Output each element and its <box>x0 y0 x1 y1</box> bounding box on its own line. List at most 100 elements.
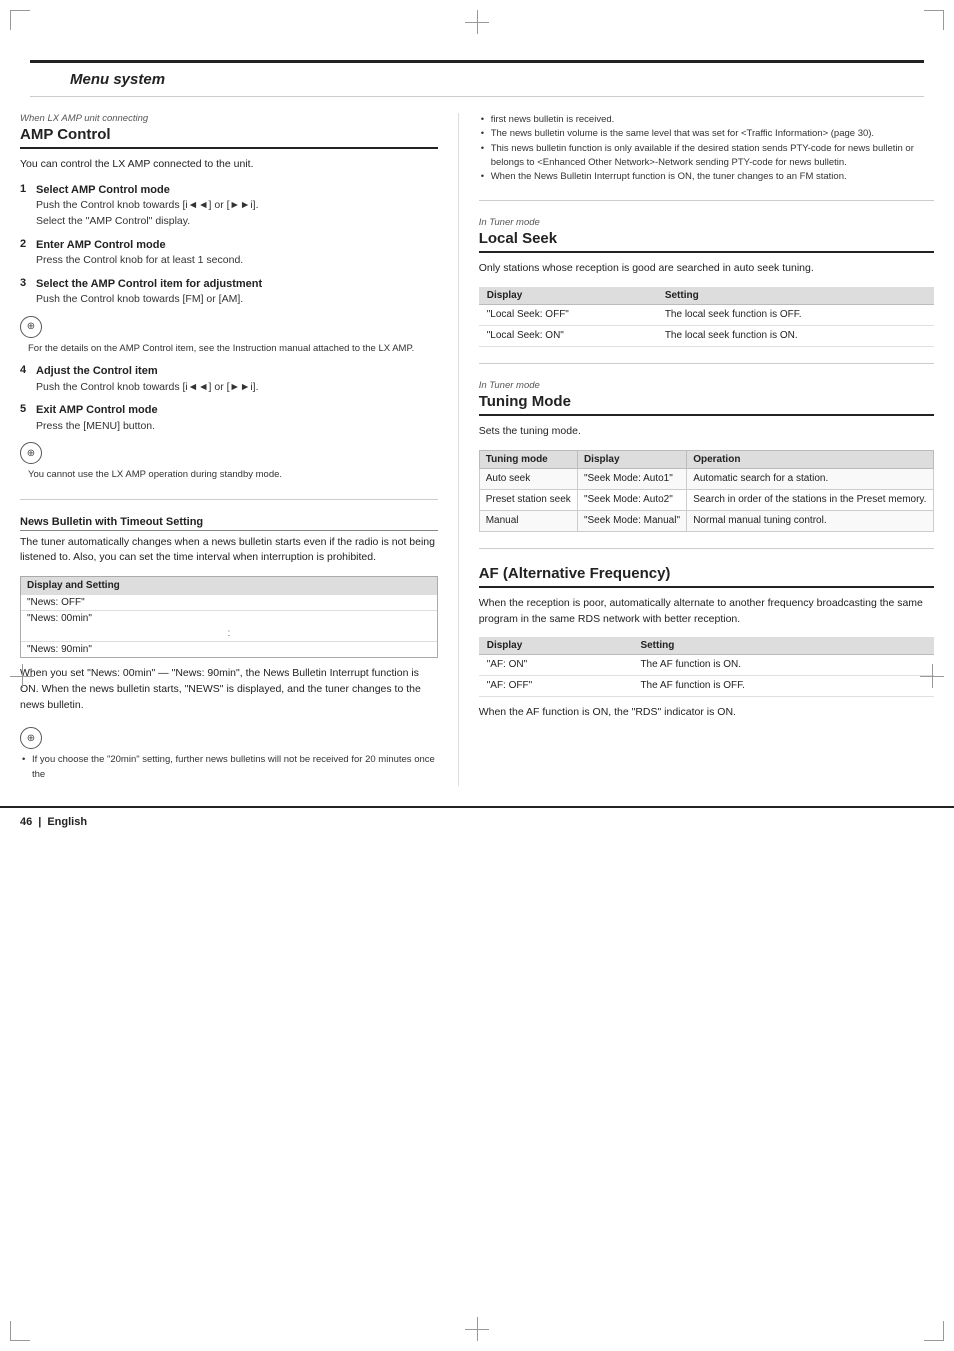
step-2-number: 2 <box>20 238 32 250</box>
af-display-0: "AF: ON" <box>479 655 633 676</box>
step-5-note-block: ⊕ You cannot use the LX AMP operation du… <box>20 438 438 482</box>
tuning-mode-2: Manual <box>479 510 577 531</box>
step-3-note-block: ⊕ For the details on the AMP Control ite… <box>20 312 438 356</box>
page-footer: 46 | English <box>0 806 954 828</box>
bullet-1: The news bulletin volume is the same lev… <box>479 127 934 141</box>
section-divider-1 <box>20 499 438 500</box>
news-row-dots: : <box>21 626 437 641</box>
local-seek-table: Display Setting "Local Seek: OFF" The lo… <box>479 287 934 347</box>
news-row-0: "News: OFF" <box>21 594 437 610</box>
top-rule <box>30 60 924 63</box>
news-body1: When you set "News: 00min" — "News: 90mi… <box>20 666 438 713</box>
local-seek-display-0: "Local Seek: OFF" <box>479 305 657 326</box>
local-seek-setting-0: The local seek function is OFF. <box>657 305 934 326</box>
section-divider-2 <box>479 200 934 201</box>
news-note: If you choose the "20min" setting, furth… <box>20 753 438 782</box>
corner-bl <box>10 1321 30 1341</box>
step-1-sub: Select the "AMP Control" display. <box>20 214 438 230</box>
tuning-mode-1: Preset station seek <box>479 489 577 510</box>
step-2-body: Press the Control knob for at least 1 se… <box>20 253 438 269</box>
af-th-display: Display <box>479 637 633 655</box>
tuning-th-operation: Operation <box>687 450 934 468</box>
note-icon-3: ⊕ <box>20 316 42 338</box>
note-icon-5: ⊕ <box>20 442 42 464</box>
af-section: AF (Alternative Frequency) When the rece… <box>479 565 934 721</box>
local-seek-display-1: "Local Seek: ON" <box>479 326 657 347</box>
step-5-number: 5 <box>20 403 32 415</box>
step-1-number: 1 <box>20 183 32 195</box>
step-3-body: Push the Control knob towards [FM] or [A… <box>20 292 438 308</box>
amp-section-title: AMP Control <box>20 126 438 149</box>
news-row-3: "News: 90min" <box>21 641 437 657</box>
page-title: Menu system <box>70 71 165 88</box>
corner-br <box>924 1321 944 1341</box>
tuning-th-display: Display <box>577 450 686 468</box>
news-intro: The tuner automatically changes when a n… <box>20 535 438 567</box>
bullet-2: This news bulletin function is only avai… <box>479 142 934 171</box>
step-5-title: Exit AMP Control mode <box>36 403 158 418</box>
corner-tl <box>10 10 30 30</box>
tuning-display-1: "Seek Mode: Auto2" <box>577 489 686 510</box>
right-column: first news bulletin is received. The new… <box>459 113 934 786</box>
section-divider-4 <box>479 548 934 549</box>
tuning-row-2: Manual "Seek Mode: Manual" Normal manual… <box>479 510 933 531</box>
af-th-setting: Setting <box>632 637 934 655</box>
page-number: 46 <box>20 816 32 828</box>
tuning-display-2: "Seek Mode: Manual" <box>577 510 686 531</box>
af-setting-0: The AF function is ON. <box>632 655 934 676</box>
step-4: 4 Adjust the Control item Push the Contr… <box>20 364 438 395</box>
step-1: 1 Select AMP Control mode Push the Contr… <box>20 183 438 230</box>
step-1-title: Select AMP Control mode <box>36 183 170 198</box>
tuning-op-1: Search in order of the stations in the P… <box>687 489 934 510</box>
af-note: When the AF function is ON, the "RDS" in… <box>479 705 934 721</box>
step-2: 2 Enter AMP Control mode Press the Contr… <box>20 238 438 269</box>
news-ds-block: Display and Setting "News: OFF" "News: 0… <box>20 576 438 658</box>
step-2-title: Enter AMP Control mode <box>36 238 166 253</box>
tuning-label: In Tuner mode <box>479 380 934 391</box>
step-3-number: 3 <box>20 277 32 289</box>
local-seek-section: In Tuner mode Local Seek Only stations w… <box>479 217 934 347</box>
cross-bottom <box>465 1317 489 1341</box>
step-4-title: Adjust the Control item <box>36 364 158 379</box>
main-content: When LX AMP unit connecting AMP Control … <box>0 113 954 786</box>
step-3: 3 Select the AMP Control item for adjust… <box>20 277 438 356</box>
news-bulletin-section: News Bulletin with Timeout Setting The t… <box>20 516 438 782</box>
amp-control-section: When LX AMP unit connecting AMP Control … <box>20 113 438 483</box>
step-4-number: 4 <box>20 364 32 376</box>
local-seek-row-0: "Local Seek: OFF" The local seek functio… <box>479 305 934 326</box>
af-intro: When the reception is poor, automaticall… <box>479 596 934 628</box>
cross-top <box>465 10 489 34</box>
af-row-0: "AF: ON" The AF function is ON. <box>479 655 934 676</box>
news-title: News Bulletin with Timeout Setting <box>20 516 438 531</box>
tuning-display-0: "Seek Mode: Auto1" <box>577 468 686 489</box>
page: Menu system When LX AMP unit connecting … <box>0 0 954 1351</box>
tuning-mode-section: In Tuner mode Tuning Mode Sets the tunin… <box>479 380 934 532</box>
local-seek-row-1: "Local Seek: ON" The local seek function… <box>479 326 934 347</box>
local-seek-setting-1: The local seek function is ON. <box>657 326 934 347</box>
section-divider-3 <box>479 363 934 364</box>
tuning-th-mode: Tuning mode <box>479 450 577 468</box>
local-seek-th-setting: Setting <box>657 287 934 305</box>
tuning-mode-0: Auto seek <box>479 468 577 489</box>
step-1-body: Push the Control knob towards [i◄◄] or [… <box>20 198 438 214</box>
local-seek-intro: Only stations whose reception is good ar… <box>479 261 934 277</box>
amp-intro: You can control the LX AMP connected to … <box>20 157 438 173</box>
page-header: Menu system <box>30 71 924 97</box>
left-column: When LX AMP unit connecting AMP Control … <box>20 113 459 786</box>
tuning-row-1: Preset station seek "Seek Mode: Auto2" S… <box>479 489 933 510</box>
step-3-title: Select the AMP Control item for adjustme… <box>36 277 262 292</box>
tuning-intro: Sets the tuning mode. <box>479 424 934 440</box>
footer-lang: English <box>47 816 87 828</box>
step-5-note: You cannot use the LX AMP operation duri… <box>20 468 438 482</box>
step-3-note: For the details on the AMP Control item,… <box>20 342 438 356</box>
step-5: 5 Exit AMP Control mode Press the [MENU]… <box>20 403 438 482</box>
tuning-op-2: Normal manual tuning control. <box>687 510 934 531</box>
right-col-bullets: first news bulletin is received. The new… <box>479 113 934 184</box>
af-row-1: "AF: OFF" The AF function is OFF. <box>479 676 934 697</box>
tuning-title: Tuning Mode <box>479 393 934 416</box>
step-5-body: Press the [MENU] button. <box>20 419 438 435</box>
bullet-0: first news bulletin is received. <box>479 113 934 127</box>
tuning-table: Tuning mode Display Operation Auto seek … <box>479 450 934 532</box>
af-table: Display Setting "AF: ON" The AF function… <box>479 637 934 697</box>
local-seek-title: Local Seek <box>479 230 934 253</box>
